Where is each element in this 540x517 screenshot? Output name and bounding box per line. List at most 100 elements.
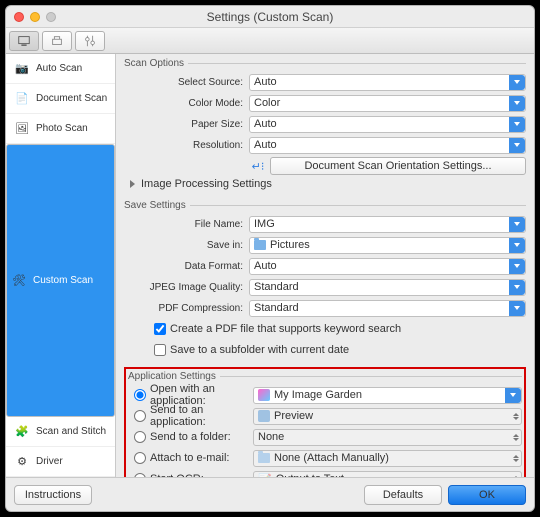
save-in-dropdown[interactable]: Pictures	[249, 237, 526, 254]
sidebar-item-label: Auto Scan	[36, 63, 82, 74]
chevron-down-icon	[509, 138, 525, 153]
resolution-dropdown[interactable]: Auto	[249, 137, 526, 154]
instructions-button[interactable]: Instructions	[14, 485, 92, 505]
resolution-value: Auto	[254, 139, 277, 151]
keyword-search-label: Create a PDF file that supports keyword …	[170, 323, 401, 335]
sidebar-item-label: Custom Scan	[33, 275, 93, 286]
save-settings-group: Save Settings File Name:IMG Save in:Pict…	[124, 200, 526, 361]
jpeg-quality-value: Standard	[254, 281, 299, 293]
attach-email-radio[interactable]	[134, 452, 146, 464]
toolbar	[6, 28, 534, 54]
reset-icon[interactable]: ↵⁝	[249, 157, 267, 175]
save-in-value: Pictures	[270, 239, 310, 251]
document-scan-icon: 📄	[14, 93, 30, 105]
tab-scan-from-panel[interactable]	[42, 31, 72, 51]
paper-size-label: Paper Size:	[124, 119, 249, 130]
sidebar-item-auto-scan[interactable]: 📷 Auto Scan	[6, 54, 115, 84]
tab-scan-from-computer[interactable]	[9, 31, 39, 51]
file-name-label: File Name:	[124, 219, 249, 230]
jpeg-quality-label: JPEG Image Quality:	[124, 282, 249, 293]
tab-general-settings[interactable]	[75, 31, 105, 51]
keyword-search-checkbox[interactable]	[154, 323, 166, 335]
orientation-settings-button[interactable]: Document Scan Orientation Settings...	[270, 157, 526, 175]
ok-button[interactable]: OK	[448, 485, 526, 505]
auto-scan-icon: 📷	[14, 63, 30, 75]
send-folder-dropdown: None	[253, 429, 522, 446]
application-settings-group: Application Settings Open with an applic…	[128, 371, 522, 477]
color-mode-value: Color	[254, 97, 280, 109]
orientation-button-label: Document Scan Orientation Settings...	[304, 160, 491, 172]
stepper-icon	[513, 455, 519, 462]
chevron-down-icon	[509, 280, 525, 295]
paper-size-value: Auto	[254, 118, 277, 130]
sidebar-item-scan-stitch[interactable]: 🧩 Scan and Stitch	[6, 417, 115, 447]
body: 📷 Auto Scan 📄 Document Scan 🖼 Photo Scan 🛠 C…	[6, 54, 534, 477]
preview-icon	[258, 410, 270, 422]
image-processing-label: Image Processing Settings	[141, 178, 272, 190]
pdf-comp-dropdown[interactable]: Standard	[249, 300, 526, 317]
data-format-value: Auto	[254, 260, 277, 272]
stepper-icon	[513, 434, 519, 441]
send-app-label: Send to an application:	[150, 404, 247, 428]
open-with-dropdown[interactable]: My Image Garden	[253, 387, 522, 404]
photo-scan-icon: 🖼	[14, 123, 30, 135]
attach-email-dropdown: None (Attach Manually)	[253, 450, 522, 467]
send-folder-radio[interactable]	[134, 431, 146, 443]
send-app-radio[interactable]	[134, 410, 146, 422]
sidebar: 📷 Auto Scan 📄 Document Scan 🖼 Photo Scan 🛠 C…	[6, 54, 116, 477]
select-source-value: Auto	[254, 76, 277, 88]
start-ocr-value: Output to Text	[276, 473, 344, 477]
application-settings-highlight: Application Settings Open with an applic…	[124, 367, 526, 477]
send-folder-label: Send to a folder:	[150, 431, 231, 443]
chevron-down-icon	[509, 96, 525, 111]
chevron-down-icon	[505, 388, 521, 403]
sidebar-item-label: Photo Scan	[36, 123, 88, 134]
image-processing-disclosure[interactable]: Image Processing Settings	[124, 178, 526, 190]
color-mode-dropdown[interactable]: Color	[249, 95, 526, 112]
sidebar-item-label: Scan and Stitch	[36, 426, 106, 437]
resolution-label: Resolution:	[124, 140, 249, 151]
sidebar-item-label: Driver	[36, 456, 63, 467]
chevron-down-icon	[509, 238, 525, 253]
settings-window: Settings (Custom Scan) 📷 Auto Scan 📄 Docum…	[5, 5, 535, 512]
file-name-combo[interactable]: IMG	[249, 216, 526, 233]
send-app-dropdown: Preview	[253, 408, 522, 425]
start-ocr-dropdown: 📝Output to Text	[253, 471, 522, 478]
file-name-value: IMG	[254, 218, 275, 230]
pdf-comp-value: Standard	[254, 302, 299, 314]
data-format-label: Data Format:	[124, 261, 249, 272]
save-in-label: Save in:	[124, 240, 249, 251]
sidebar-item-document-scan[interactable]: 📄 Document Scan	[6, 84, 115, 114]
sidebar-item-label: Document Scan	[36, 93, 107, 104]
send-folder-value: None	[258, 431, 284, 443]
folder-icon	[258, 453, 270, 463]
sidebar-item-photo-scan[interactable]: 🖼 Photo Scan	[6, 114, 115, 144]
subfolder-date-label: Save to a subfolder with current date	[170, 344, 349, 356]
folder-icon	[254, 240, 266, 250]
stitch-icon: 🧩	[14, 426, 30, 438]
defaults-button[interactable]: Defaults	[364, 485, 442, 505]
chevron-down-icon	[509, 117, 525, 132]
custom-scan-icon: 🛠	[11, 275, 27, 287]
attach-email-label: Attach to e-mail:	[150, 452, 229, 464]
data-format-dropdown[interactable]: Auto	[249, 258, 526, 275]
stepper-icon	[513, 476, 519, 478]
stepper-icon	[513, 413, 519, 420]
select-source-label: Select Source:	[124, 77, 249, 88]
sidebar-item-driver[interactable]: ⚙ Driver	[6, 447, 115, 477]
defaults-label: Defaults	[383, 489, 423, 501]
open-with-radio[interactable]	[134, 389, 146, 401]
driver-icon: ⚙	[14, 456, 30, 468]
sidebar-item-custom-scan[interactable]: 🛠 Custom Scan	[6, 144, 115, 417]
application-settings-legend: Application Settings	[128, 371, 220, 382]
jpeg-quality-dropdown[interactable]: Standard	[249, 279, 526, 296]
select-source-dropdown[interactable]: Auto	[249, 74, 526, 91]
send-app-value: Preview	[274, 410, 313, 422]
pdf-comp-label: PDF Compression:	[124, 303, 249, 314]
window-title: Settings (Custom Scan)	[6, 10, 534, 24]
content-pane: Scan Options Select Source:Auto Color Mo…	[116, 54, 534, 477]
chevron-down-icon	[509, 217, 525, 232]
paper-size-dropdown[interactable]: Auto	[249, 116, 526, 133]
subfolder-date-checkbox[interactable]	[154, 344, 166, 356]
chevron-down-icon	[509, 75, 525, 90]
